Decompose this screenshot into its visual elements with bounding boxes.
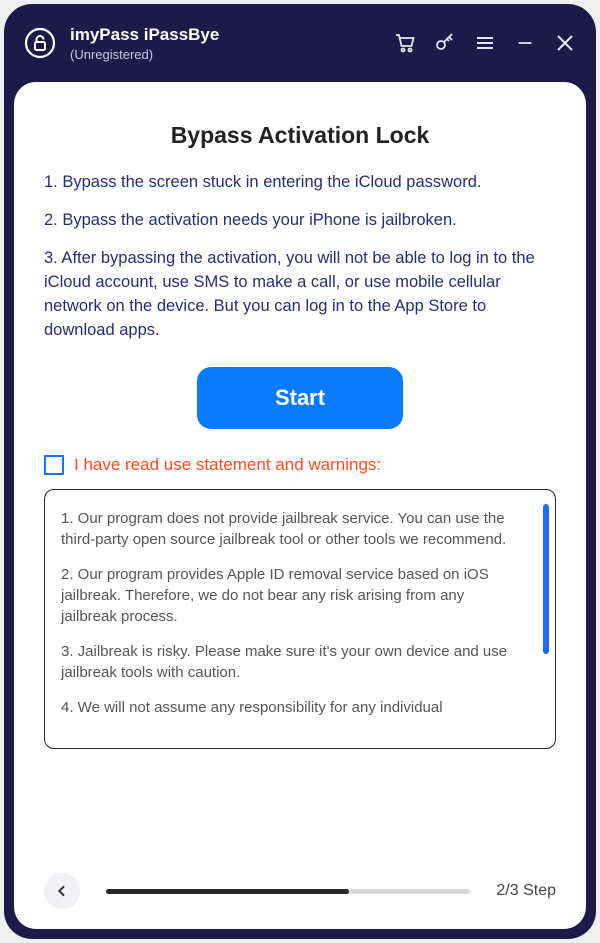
menu-icon[interactable] [472,30,498,56]
instruction-step-2: 2. Bypass the activation needs your iPho… [44,209,556,233]
agree-label: I have read use statement and warnings: [74,455,381,475]
app-title: imyPass iPassBye [70,25,219,45]
chevron-left-icon [54,883,70,899]
terms-box: 1. Our program does not provide jailbrea… [44,489,556,749]
instruction-step-3: 3. After bypassing the activation, you w… [44,247,556,343]
progress-fill [106,889,349,894]
main-content: Bypass Activation Lock 1. Bypass the scr… [14,82,586,929]
agree-row: I have read use statement and warnings: [44,455,556,475]
step-indicator: 2/3 Step [496,882,556,900]
terms-item-2: 2. Our program provides Apple ID removal… [61,564,523,627]
back-button[interactable] [44,873,80,909]
instruction-step-1: 1. Bypass the screen stuck in entering t… [44,171,556,195]
cart-icon[interactable] [392,30,418,56]
app-window: imyPass iPassBye (Unregistered) [4,4,596,939]
app-logo-icon [22,25,58,61]
titlebar-left: imyPass iPassBye (Unregistered) [22,25,219,62]
agree-checkbox[interactable] [44,455,64,475]
titlebar: imyPass iPassBye (Unregistered) [4,4,596,82]
page-title: Bypass Activation Lock [44,122,556,149]
close-icon[interactable] [552,30,578,56]
minimize-icon[interactable] [512,30,538,56]
terms-item-1: 1. Our program does not provide jailbrea… [61,508,523,550]
app-subtitle: (Unregistered) [70,47,219,62]
terms-scrollbar[interactable] [543,504,549,654]
terms-content: 1. Our program does not provide jailbrea… [61,508,523,718]
start-button[interactable]: Start [197,367,403,429]
terms-item-3: 3. Jailbreak is risky. Please make sure … [61,641,523,683]
titlebar-actions [392,30,578,56]
progress-bar [106,889,470,894]
terms-item-4: 4. We will not assume any responsibility… [61,697,523,718]
footer: 2/3 Step [44,833,556,909]
key-icon[interactable] [432,30,458,56]
